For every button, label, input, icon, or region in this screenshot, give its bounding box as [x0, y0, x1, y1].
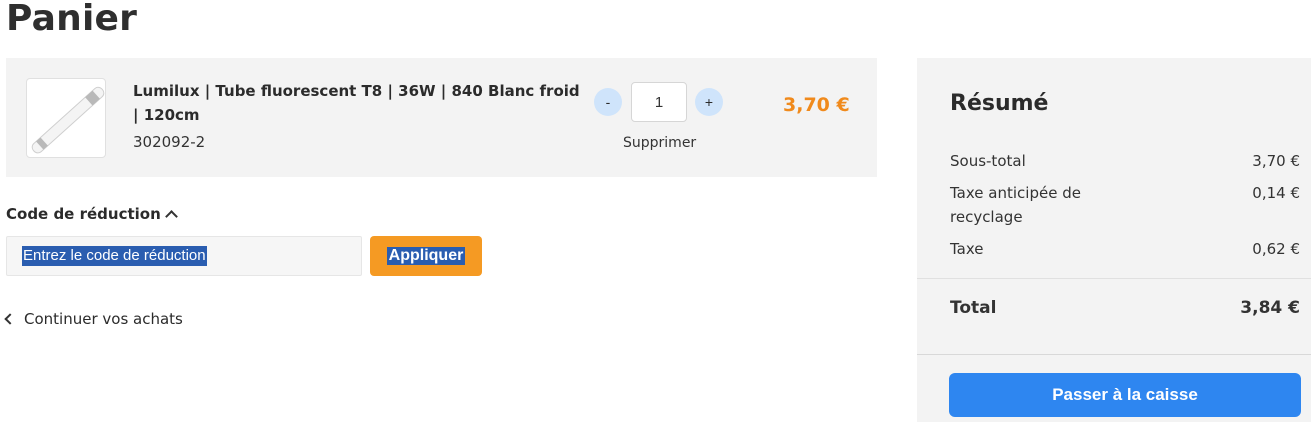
chevron-up-icon: [164, 210, 178, 223]
page-title: Panier: [6, 0, 138, 39]
remove-item-link[interactable]: Supprimer: [623, 135, 696, 151]
checkout-button[interactable]: Passer à la caisse: [949, 373, 1301, 417]
fluorescent-tube-image: [31, 86, 105, 154]
eco-tax-label: Taxe anticipée de recyclage: [950, 184, 1081, 226]
continue-shopping-label: Continuer vos achats: [24, 310, 183, 328]
product-name[interactable]: Lumilux | Tube fluorescent T8 | 36W | 84…: [133, 79, 583, 127]
tax-value: 0,62 €: [1252, 240, 1300, 258]
subtotal-label: Sous-total: [950, 152, 1026, 170]
quantity-decrease-button[interactable]: -: [594, 88, 622, 116]
apply-discount-button[interactable]: Appliquer: [370, 236, 482, 276]
subtotal-value: 3,70 €: [1252, 152, 1300, 170]
summary-divider: [917, 278, 1311, 279]
quantity-increase-button[interactable]: +: [695, 88, 723, 116]
product-image[interactable]: [26, 78, 106, 158]
eco-tax-value: 0,14 €: [1252, 184, 1300, 202]
discount-code-toggle[interactable]: Code de réduction: [6, 205, 178, 223]
quantity-input[interactable]: [631, 82, 687, 122]
product-sku: 302092-2: [133, 133, 206, 151]
discount-code-input[interactable]: [6, 236, 362, 276]
total-value: 3,84 €: [1240, 298, 1300, 318]
order-summary: Résumé Sous-total 3,70 € Taxe anticipée …: [917, 58, 1311, 422]
total-label: Total: [950, 298, 997, 318]
chevron-left-icon: [4, 313, 16, 325]
discount-toggle-label: Code de réduction: [6, 205, 161, 223]
summary-divider-bottom: [917, 354, 1311, 355]
cart-item: Lumilux | Tube fluorescent T8 | 36W | 84…: [6, 58, 877, 177]
continue-shopping-link[interactable]: Continuer vos achats: [4, 310, 183, 328]
tax-label: Taxe: [950, 240, 984, 258]
summary-title: Résumé: [950, 91, 1049, 116]
apply-discount-label: Appliquer: [386, 247, 466, 265]
item-price: 3,70 €: [783, 94, 850, 116]
